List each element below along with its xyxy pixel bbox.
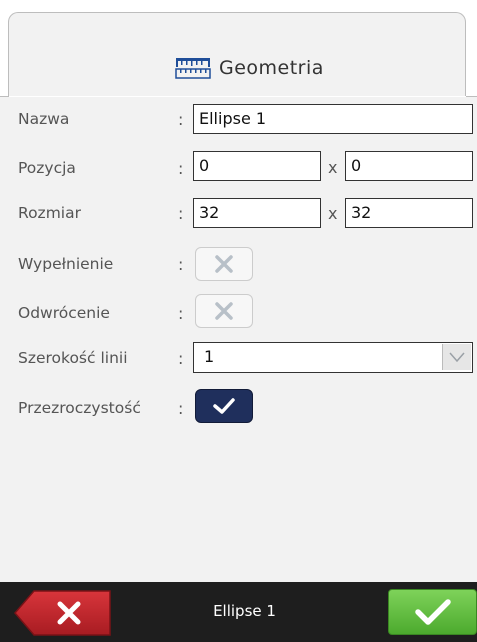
name-label: Nazwa	[18, 110, 70, 128]
transparency-checkbox[interactable]	[195, 389, 253, 423]
line-width-value: 1	[204, 347, 215, 366]
tab-title: Geometria	[219, 57, 324, 79]
check-icon	[414, 599, 451, 625]
close-icon	[215, 302, 233, 320]
position-y-input[interactable]: 0	[345, 151, 473, 181]
name-colon: :	[178, 110, 184, 129]
position-x-input[interactable]: 0	[193, 151, 321, 181]
line-width-colon: :	[178, 349, 184, 368]
bottom-bar: Ellipse 1	[0, 582, 477, 642]
fill-label: Wypełnienie	[18, 255, 114, 273]
tab-label-group: Geometria	[175, 53, 324, 83]
size-x-separator: x	[328, 204, 338, 223]
tab-geometry[interactable]: Geometria	[8, 12, 466, 96]
size-label: Rozmiar	[18, 204, 81, 222]
chevron-down-icon	[449, 352, 465, 363]
fill-checkbox[interactable]	[195, 247, 253, 281]
position-x-separator: x	[328, 158, 338, 177]
fill-colon: :	[178, 255, 184, 274]
transparency-colon: :	[178, 399, 184, 418]
ruler-icon	[175, 58, 211, 79]
line-width-label: Szerokość linii	[18, 349, 128, 367]
line-width-select[interactable]: 1	[193, 342, 473, 373]
dropdown-arrow-button[interactable]	[442, 344, 471, 370]
position-colon: :	[178, 159, 184, 178]
inverted-label: Odwrócenie	[18, 304, 110, 322]
ok-button[interactable]	[388, 589, 477, 635]
size-height-input[interactable]: 32	[345, 198, 473, 228]
size-colon: :	[178, 204, 184, 223]
geometry-dialog: Geometria Nazwa : Ellipse 1 Pozycja : 0 …	[0, 0, 477, 642]
position-label: Pozycja	[18, 159, 76, 177]
inverted-colon: :	[178, 304, 184, 323]
inverted-checkbox[interactable]	[195, 294, 253, 328]
size-width-input[interactable]: 32	[193, 198, 321, 228]
close-icon	[215, 255, 233, 273]
transparency-label: Przezroczystość	[18, 399, 141, 417]
check-icon	[213, 398, 235, 414]
name-input[interactable]: Ellipse 1	[193, 104, 473, 134]
